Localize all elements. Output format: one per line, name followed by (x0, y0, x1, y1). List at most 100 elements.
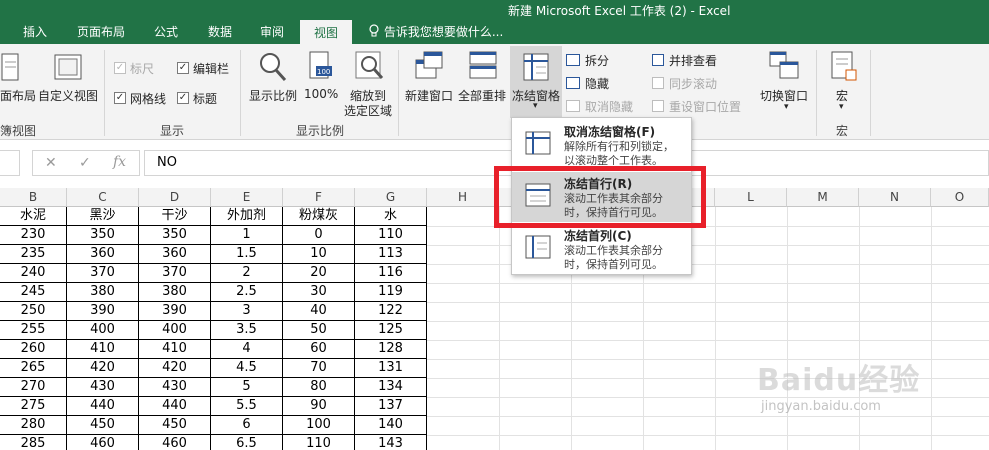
table-cell[interactable]: 440 (139, 397, 211, 416)
table-cell[interactable]: 400 (67, 321, 139, 340)
table-cell[interactable]: 50 (283, 321, 355, 340)
table-cell[interactable]: 235 (0, 245, 67, 264)
zoom-100-button[interactable]: 100% (304, 87, 338, 101)
enter-icon[interactable]: ✓ (79, 155, 91, 171)
table-cell[interactable]: 265 (0, 359, 67, 378)
table-cell[interactable]: 113 (355, 245, 427, 264)
zoom-to-selection-icon[interactable] (354, 50, 386, 87)
formula-bar-checkbox[interactable]: ✓ (177, 62, 189, 74)
insert-function-icon[interactable]: fx (113, 154, 126, 170)
column-header-g[interactable]: G (355, 188, 427, 207)
side-by-side-icon[interactable] (652, 54, 664, 66)
table-cell[interactable]: 2.5 (211, 283, 283, 302)
table-cell[interactable]: 460 (67, 435, 139, 450)
new-window-icon[interactable] (414, 50, 444, 87)
column-header-f[interactable]: F (283, 188, 355, 207)
magnifier-icon[interactable] (257, 50, 289, 87)
tab-insert[interactable]: 插入 (12, 20, 58, 44)
table-cell[interactable]: 3 (211, 302, 283, 321)
table-cell[interactable]: 4 (211, 340, 283, 359)
table-cell[interactable]: 420 (139, 359, 211, 378)
table-cell[interactable]: 380 (67, 283, 139, 302)
table-cell[interactable]: 5.5 (211, 397, 283, 416)
table-cell[interactable]: 100 (283, 416, 355, 435)
column-header-e[interactable]: E (211, 188, 283, 207)
table-cell[interactable]: 6.5 (211, 435, 283, 450)
table-cell[interactable]: 430 (67, 378, 139, 397)
table-cell[interactable]: 40 (283, 302, 355, 321)
zoom-to-selection-button-line2[interactable]: 选定区域 (344, 102, 392, 119)
page-layout-icon[interactable] (0, 52, 20, 87)
table-header-cell[interactable]: 干沙 (139, 207, 211, 226)
table-cell[interactable]: 380 (139, 283, 211, 302)
table-header-cell[interactable]: 粉煤灰 (283, 207, 355, 226)
macros-icon[interactable] (828, 50, 860, 87)
table-cell[interactable]: 1.5 (211, 245, 283, 264)
table-cell[interactable]: 255 (0, 321, 67, 340)
table-cell[interactable]: 60 (283, 340, 355, 359)
ruler-checkbox[interactable]: ✓ (114, 62, 126, 74)
table-cell[interactable]: 275 (0, 397, 67, 416)
sync-scroll-button[interactable]: 同步滚动 (669, 75, 717, 92)
table-cell[interactable]: 370 (139, 264, 211, 283)
cancel-icon[interactable]: ✕ (45, 155, 57, 171)
menu-item-unfreeze-panes[interactable]: 取消冻结窗格(F) 解除所有行和列锁定， 以滚动整个工作表。 (512, 120, 691, 170)
table-cell[interactable]: 350 (139, 226, 211, 245)
table-header-cell[interactable]: 黑沙 (67, 207, 139, 226)
new-window-button[interactable]: 新建窗口 (405, 87, 453, 104)
table-cell[interactable]: 143 (355, 435, 427, 450)
column-header-n[interactable]: N (859, 188, 931, 207)
table-cell[interactable]: 390 (67, 302, 139, 321)
table-cell[interactable]: 440 (67, 397, 139, 416)
column-header-d[interactable]: D (139, 188, 211, 207)
table-cell[interactable]: 140 (355, 416, 427, 435)
table-cell[interactable]: 110 (283, 435, 355, 450)
split-icon[interactable] (566, 54, 580, 66)
arrange-all-button[interactable]: 全部重排 (458, 87, 506, 104)
column-header-m[interactable]: M (787, 188, 859, 207)
table-cell[interactable]: 450 (139, 416, 211, 435)
unhide-button[interactable]: 取消隐藏 (585, 98, 633, 115)
headings-checkbox[interactable]: ✓ (177, 92, 189, 104)
hide-button[interactable]: 隐藏 (585, 75, 609, 92)
column-header-h[interactable]: H (427, 188, 499, 207)
table-cell[interactable]: 70 (283, 359, 355, 378)
table-cell[interactable]: 110 (355, 226, 427, 245)
column-header-o[interactable]: O (931, 188, 989, 207)
tab-data[interactable]: 数据 (196, 20, 244, 44)
table-cell[interactable]: 280 (0, 416, 67, 435)
hide-icon[interactable] (566, 77, 580, 89)
zoom-100-icon[interactable]: 100 (306, 50, 334, 87)
table-cell[interactable]: 400 (139, 321, 211, 340)
table-cell[interactable]: 260 (0, 340, 67, 359)
table-cell[interactable]: 420 (67, 359, 139, 378)
custom-views-button[interactable]: 自定义视图 (38, 87, 98, 104)
table-cell[interactable]: 128 (355, 340, 427, 359)
side-by-side-button[interactable]: 并排查看 (669, 52, 717, 69)
custom-views-icon[interactable] (52, 52, 84, 87)
table-cell[interactable]: 460 (139, 435, 211, 450)
table-cell[interactable]: 360 (67, 245, 139, 264)
column-header-b[interactable]: B (0, 188, 67, 207)
table-cell[interactable]: 131 (355, 359, 427, 378)
table-cell[interactable]: 270 (0, 378, 67, 397)
arrange-all-icon[interactable] (468, 50, 498, 87)
table-header-cell[interactable]: 外加剂 (211, 207, 283, 226)
table-cell[interactable]: 370 (67, 264, 139, 283)
switch-windows-icon[interactable] (768, 50, 800, 87)
split-button[interactable]: 拆分 (585, 52, 609, 69)
table-cell[interactable]: 390 (139, 302, 211, 321)
table-cell[interactable]: 250 (0, 302, 67, 321)
table-cell[interactable]: 80 (283, 378, 355, 397)
tell-me-search[interactable]: 告诉我您想要做什么... (368, 20, 503, 44)
table-cell[interactable]: 285 (0, 435, 67, 450)
table-cell[interactable]: 3.5 (211, 321, 283, 340)
freeze-panes-button[interactable]: 冻结窗格 ▾ (510, 46, 562, 118)
table-cell[interactable]: 360 (139, 245, 211, 264)
table-cell[interactable]: 1 (211, 226, 283, 245)
table-cell[interactable]: 10 (283, 245, 355, 264)
table-header-cell[interactable]: 水泥 (0, 207, 67, 226)
table-cell[interactable]: 410 (67, 340, 139, 359)
table-cell[interactable]: 30 (283, 283, 355, 302)
table-cell[interactable]: 119 (355, 283, 427, 302)
